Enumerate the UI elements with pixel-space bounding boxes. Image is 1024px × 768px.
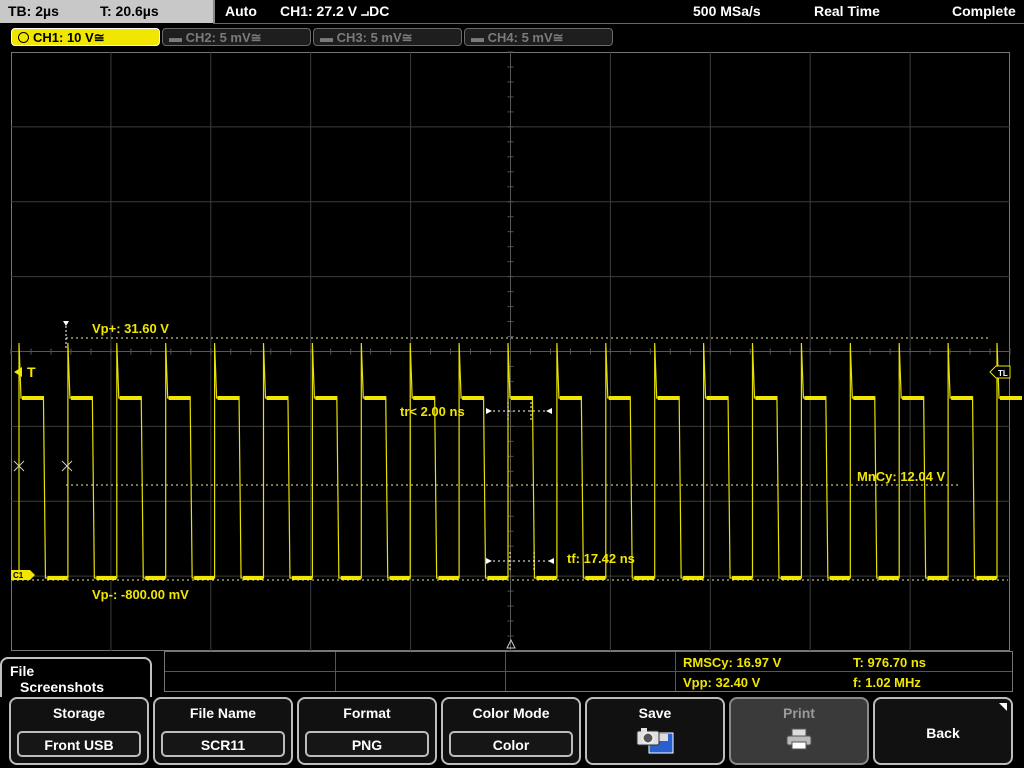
trigger-marker-label: T (27, 364, 36, 380)
high-level-mark (266, 396, 289, 400)
fall-time-readout: tf: 17.42 ns (567, 551, 635, 566)
color-mode-select[interactable]: Color (449, 731, 573, 757)
low-level-mark (389, 576, 410, 580)
vp-plus-readout: Vp+: 31.60 V (92, 321, 169, 336)
low-level-mark (194, 576, 215, 580)
high-level-mark (657, 396, 680, 400)
storage-select[interactable]: Front USB (17, 731, 141, 757)
menu-title: File (10, 663, 35, 679)
high-level-mark (22, 396, 44, 400)
storage-softkey[interactable]: Storage Front USB (9, 697, 149, 765)
low-level-mark (536, 576, 557, 580)
high-level-mark (70, 396, 93, 400)
high-level-mark (804, 396, 827, 400)
softkey-title: File Name (189, 705, 257, 721)
low-level-mark (96, 576, 117, 580)
frequency-value: f: 1.02 MHz (853, 675, 921, 690)
low-level-mark (976, 576, 997, 580)
color-mode-softkey[interactable]: Color Mode Color (441, 697, 581, 765)
high-level-mark (902, 396, 925, 400)
high-level-mark (706, 396, 729, 400)
softkey-title: Back (926, 725, 960, 741)
high-level-mark (755, 396, 778, 400)
trigger-level-text: TL (998, 369, 1008, 378)
high-level-mark (217, 396, 240, 400)
period-value: T: 976.70 ns (853, 655, 926, 670)
menu-title-tab: File Screenshots (0, 657, 152, 697)
low-level-mark (438, 576, 459, 580)
mean-cycle-readout: MnCy: 12.04 V (857, 469, 946, 484)
back-button[interactable]: Back (873, 697, 1013, 765)
high-level-mark (1000, 396, 1022, 400)
low-level-mark (340, 576, 361, 580)
softkey-title: Format (343, 705, 391, 721)
high-level-mark (315, 396, 338, 400)
format-select[interactable]: PNG (305, 731, 429, 757)
menu-subtitle: Screenshots (20, 679, 105, 695)
cursor-cross-icons (13, 460, 73, 472)
low-level-mark (487, 576, 508, 580)
trigger-arrow-icon[interactable] (14, 367, 22, 377)
rms-cycle-value: RMSCy: 16.97 V (683, 655, 782, 670)
vp-minus-readout: Vp-: -800.00 mV (92, 587, 189, 602)
low-level-mark (927, 576, 948, 580)
file-name-field[interactable]: SCR11 (161, 731, 285, 757)
softkey-title: Save (638, 705, 672, 721)
high-level-mark (559, 396, 582, 400)
low-level-mark (291, 576, 312, 580)
save-button[interactable]: Save (585, 697, 725, 765)
low-level-mark (732, 576, 753, 580)
high-level-mark (364, 396, 387, 400)
high-level-mark (951, 396, 974, 400)
printer-icon (786, 728, 812, 750)
menu-corner-icon (999, 703, 1007, 711)
high-level-mark (608, 396, 631, 400)
high-level-mark (511, 396, 533, 400)
print-button[interactable]: Print (729, 697, 869, 765)
vpp-value: Vpp: 32.40 V (683, 675, 761, 690)
low-level-mark (878, 576, 899, 580)
low-level-mark (829, 576, 850, 580)
rise-time-readout: tr< 2.00 ns (400, 404, 465, 419)
low-level-mark (47, 576, 68, 580)
ch1-marker-text: C1 (13, 571, 24, 580)
high-level-mark (168, 396, 191, 400)
high-level-mark (119, 396, 142, 400)
file-name-softkey[interactable]: File Name SCR11 (153, 697, 293, 765)
low-level-mark (683, 576, 704, 580)
high-level-mark (853, 396, 876, 400)
low-level-mark (585, 576, 606, 580)
low-level-mark (243, 576, 264, 580)
measurement-panel: RMSCy: 16.97 V Vpp: 32.40 V T: 976.70 ns… (164, 651, 1013, 692)
high-level-mark (413, 396, 436, 400)
softkey-title: Print (783, 705, 815, 721)
softkey-title: Color Mode (472, 705, 550, 721)
format-softkey[interactable]: Format PNG (297, 697, 437, 765)
low-level-mark (634, 576, 655, 580)
softkey-title: Storage (52, 705, 106, 721)
camera-disk-icon (636, 728, 674, 754)
low-level-mark (145, 576, 166, 580)
vp-marker-arrow (63, 321, 69, 326)
ch1-waveform (12, 342, 1005, 579)
high-level-mark (462, 396, 485, 400)
low-level-mark (780, 576, 801, 580)
